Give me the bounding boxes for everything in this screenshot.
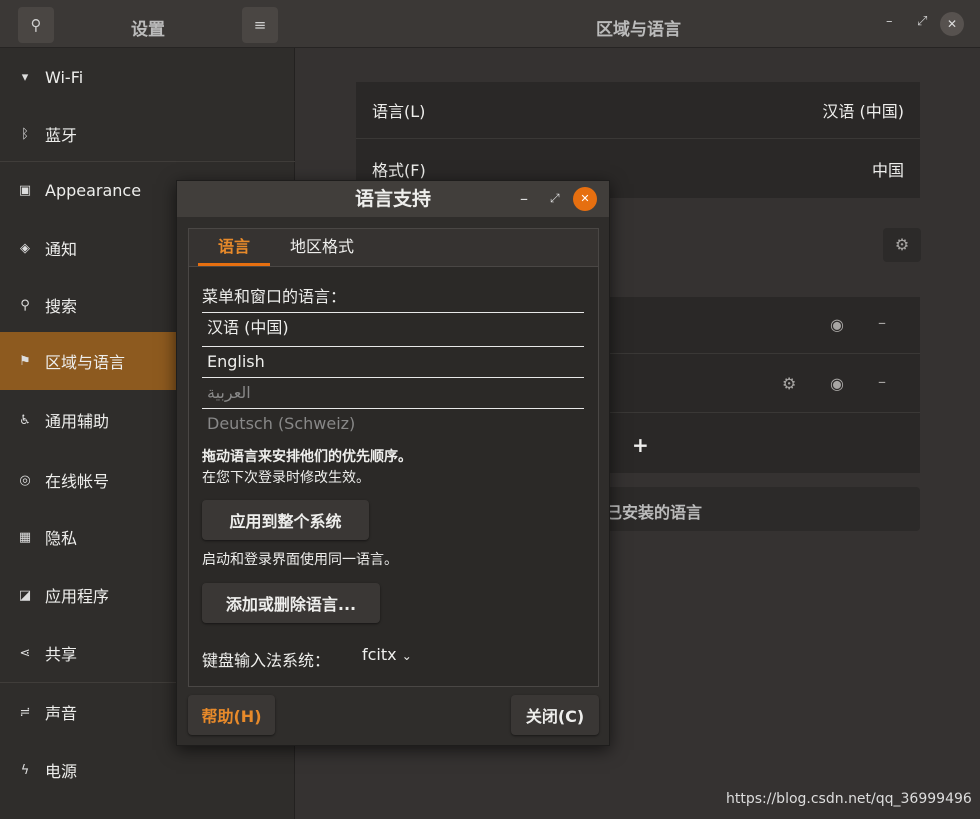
menu-button[interactable]: ≡ [242, 7, 278, 43]
close-button[interactable]: ✕ [940, 12, 964, 36]
sidebar-icon: ♿ [19, 412, 31, 428]
add-input-source-button[interactable]: + [632, 433, 649, 457]
page-title: 区域与语言 [596, 20, 681, 40]
apply-system-wide-button[interactable]: 应用到整个系统 [202, 500, 369, 540]
sidebar-item-label: 通用辅助 [45, 412, 110, 431]
sidebar-icon: ⚲ [20, 297, 30, 313]
language-item[interactable]: 汉语 (中国) [202, 312, 584, 343]
dialog-title: 语言支持 [177, 181, 609, 217]
remove-icon[interactable]: – [878, 313, 886, 332]
settings-title: 设置 [131, 20, 165, 40]
tab-regional-formats[interactable]: 地区格式 [290, 229, 354, 266]
sidebar-icon: ▦ [18, 529, 32, 545]
menu-language-label: 菜单和窗口的语言： [202, 287, 347, 306]
sidebar-item[interactable]: ᛒ 蓝牙 [0, 105, 295, 163]
search-button[interactable]: ⚲ [18, 7, 54, 43]
gear-icon[interactable]: ⚙ [782, 374, 796, 393]
manage-installed-languages-label: 已安装的语言 [606, 503, 703, 522]
sidebar-icon: ◎ [19, 472, 31, 488]
apply-hint: 启动和登录界面使用同一语言。 [202, 552, 398, 568]
tab-language[interactable]: 语言 [198, 229, 270, 266]
language-value: 汉语 (中国) [822, 102, 904, 121]
language-support-dialog: 语言支持 – ⤢ ✕ 语言 地区格式 菜单和窗口的语言： 汉语 (中国) Eng… [176, 180, 610, 746]
language-label: 语言(L) [372, 102, 426, 121]
format-value: 中国 [871, 160, 904, 180]
sidebar-icon: ϟ [20, 762, 30, 778]
minimize-button[interactable]: – [886, 14, 893, 29]
input-method-value: fcitx [362, 645, 397, 664]
sidebar-icon: ⚑ [19, 353, 31, 369]
sidebar-item-label: 搜索 [45, 297, 78, 316]
header-bar: ⚲ 设置 ≡ 区域与语言 – ⤢ ✕ [0, 0, 980, 48]
input-method-dropdown[interactable]: fcitx ⌄ [362, 645, 412, 664]
eye-icon[interactable]: ◉ [830, 374, 844, 393]
sidebar-icon: ▾ [21, 69, 29, 85]
eye-icon[interactable]: ◉ [830, 315, 844, 334]
sidebar-item-label: 蓝牙 [45, 126, 78, 145]
tab-bar: 语言 地区格式 [189, 229, 598, 267]
sidebar-item-label: 隐私 [45, 529, 78, 548]
language-item[interactable]: العربية [202, 377, 584, 408]
close-dialog-button[interactable]: 关闭(C) [511, 695, 599, 735]
sidebar-item-label: 应用程序 [45, 587, 110, 606]
dialog-maximize-button[interactable]: ⤢ [550, 191, 560, 206]
relogin-hint: 在您下次登录时修改生效。 [202, 470, 370, 486]
drag-hint: 拖动语言来安排他们的优先顺序。 [202, 449, 412, 465]
help-button[interactable]: 帮助(H) [188, 695, 275, 735]
dialog-close-button[interactable]: ✕ [573, 187, 597, 211]
sidebar-item-label: 在线帐号 [45, 472, 110, 491]
sidebar-item-label: 共享 [45, 645, 78, 664]
sidebar-icon: ≓ [19, 704, 31, 720]
add-remove-languages-button[interactable]: 添加或删除语言... [202, 583, 380, 623]
input-method-label: 键盘输入法系统： [202, 651, 331, 670]
sidebar-item-label: 电源 [45, 762, 78, 781]
divider [0, 161, 295, 162]
sidebar-item-label: Appearance [45, 180, 142, 200]
sidebar-item[interactable]: ϟ 电源 [0, 741, 295, 799]
language-item[interactable]: English [202, 346, 584, 377]
gear-icon: ⚙ [894, 235, 910, 254]
sidebar-icon: ᛒ [21, 126, 29, 142]
sidebar-icon: ⋖ [19, 645, 31, 661]
chevron-down-icon: ⌄ [401, 649, 412, 663]
format-label: 格式(F) [372, 160, 426, 180]
search-icon: ⚲ [30, 16, 42, 34]
sidebar-icon: ▣ [18, 182, 32, 198]
sidebar-item-label: 声音 [45, 704, 78, 723]
remove-icon[interactable]: – [878, 372, 886, 391]
sidebar-item-label: Wi-Fi [45, 67, 84, 87]
dialog-content: 语言 地区格式 菜单和窗口的语言： 汉语 (中国) English العربي… [188, 228, 599, 687]
sidebar-icon: ◈ [20, 240, 30, 256]
hamburger-icon: ≡ [253, 16, 267, 34]
sidebar-item-label: 通知 [45, 240, 78, 259]
language-row[interactable]: 语言(L) 汉语 (中国) [356, 82, 920, 139]
maximize-button[interactable]: ⤢ [917, 14, 927, 29]
sidebar-item[interactable]: ▾ Wi-Fi [0, 48, 295, 106]
sidebar-item-label: 区域与语言 [45, 353, 126, 372]
watermark: https://blog.csdn.net/qq_36999496 [726, 791, 972, 807]
input-source-options-button[interactable]: ⚙ [883, 228, 921, 262]
language-item[interactable]: Deutsch (Schweiz) [202, 408, 584, 439]
sidebar-icon: ◪ [18, 587, 32, 603]
dialog-minimize-button[interactable]: – [520, 189, 528, 208]
